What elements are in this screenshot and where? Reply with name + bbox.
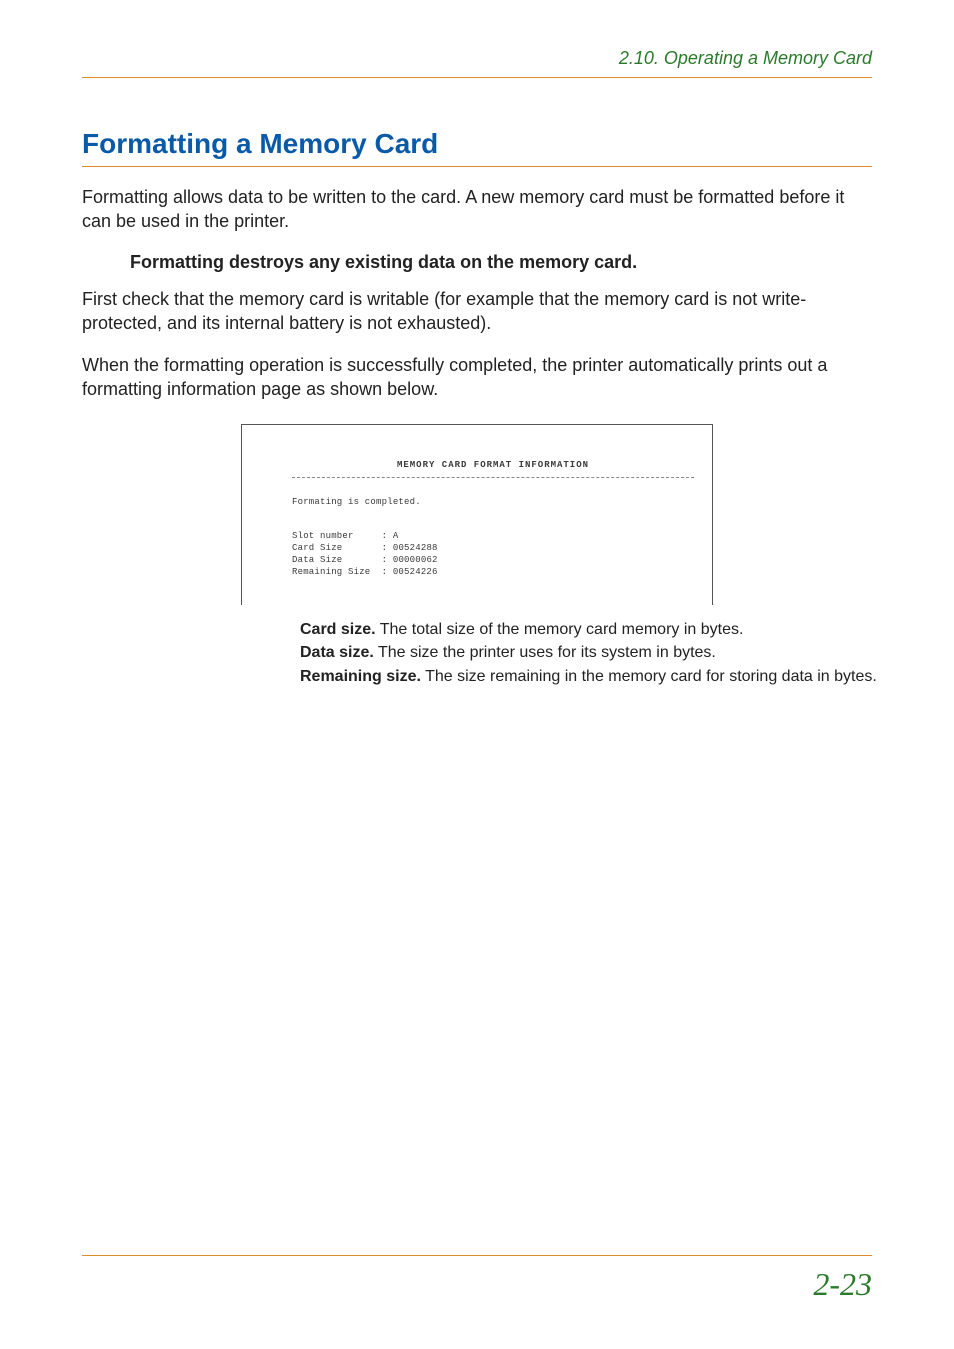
definition-term: Card size. xyxy=(300,621,376,638)
sample-row: Remaining Size : 00524226 xyxy=(292,566,694,578)
page-title: Formatting a Memory Card xyxy=(82,128,872,167)
warning-text: Formatting destroys any existing data on… xyxy=(130,252,872,273)
definition-desc: The total size of the memory card memory… xyxy=(376,621,744,638)
definition-desc: The size the printer uses for its system… xyxy=(374,644,716,661)
sample-row: Data Size : 00000062 xyxy=(292,554,694,566)
definition-list: Card size. The total size of the memory … xyxy=(300,619,890,688)
definition-term: Data size. xyxy=(300,644,374,661)
sample-row: Slot number : A xyxy=(292,530,694,542)
page-number: 2-23 xyxy=(813,1266,872,1302)
header-section-label: 2.10. Operating a Memory Card xyxy=(82,48,872,78)
paragraph-intro: Formatting allows data to be written to … xyxy=(82,185,872,234)
paragraph-result: When the formatting operation is success… xyxy=(82,353,872,402)
definition-term: Remaining size. xyxy=(300,668,421,685)
sample-divider xyxy=(292,477,694,478)
paragraph-check: First check that the memory card is writ… xyxy=(82,287,872,336)
document-page: 2.10. Operating a Memory Card Formatting… xyxy=(0,0,954,687)
definition-item: Data size. The size the printer uses for… xyxy=(300,642,890,664)
definition-item: Card size. The total size of the memory … xyxy=(300,619,890,641)
sample-printout: MEMORY CARD FORMAT INFORMATION Formating… xyxy=(241,424,713,605)
sample-title: MEMORY CARD FORMAT INFORMATION xyxy=(292,459,694,471)
page-footer: 2-23 xyxy=(82,1255,872,1303)
sample-row: Card Size : 00524288 xyxy=(292,542,694,554)
definition-item: Remaining size. The size remaining in th… xyxy=(300,666,890,688)
sample-completed-line: Formating is completed. xyxy=(292,496,694,508)
sample-rows: Slot number : A Card Size : 00524288 Dat… xyxy=(292,530,694,579)
definition-desc: The size remaining in the memory card fo… xyxy=(421,668,877,685)
